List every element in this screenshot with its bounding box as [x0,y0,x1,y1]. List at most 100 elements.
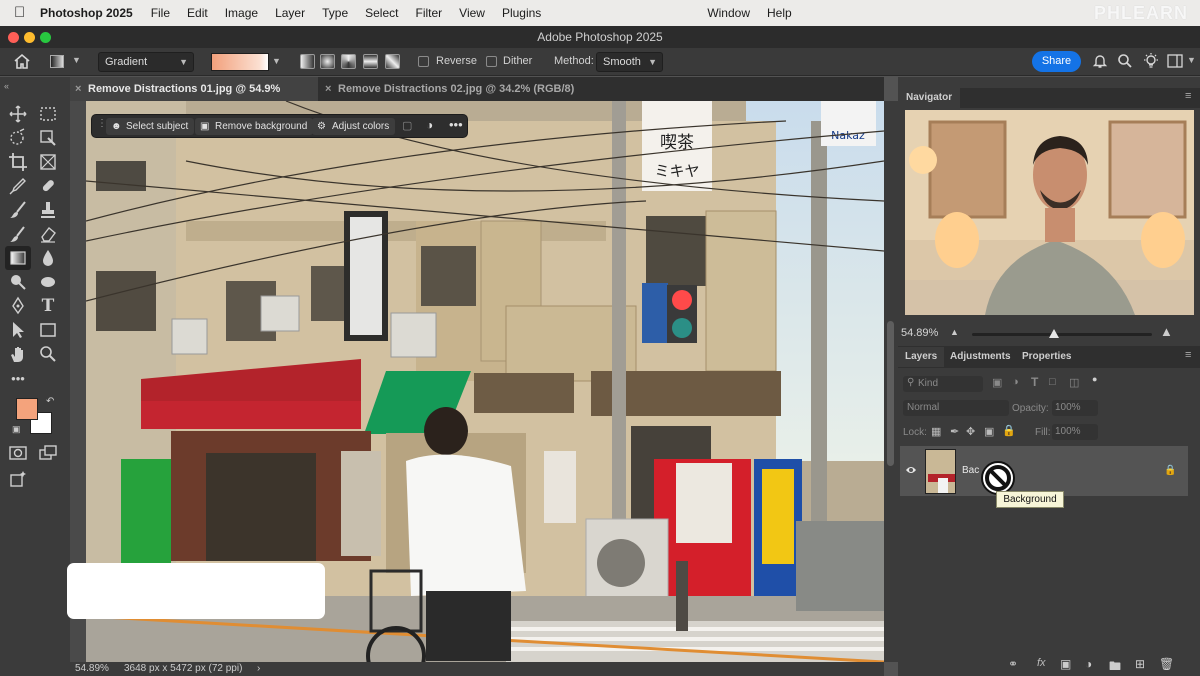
visibility-eye-icon[interactable] [905,465,917,475]
lock-image-icon[interactable]: ✒ [950,425,959,438]
screen-mode-icon[interactable] [38,443,58,463]
close-tab-icon[interactable]: × [75,77,81,101]
tab-remove-distractions-01[interactable]: × Remove Distractions 01.jpg @ 54.9% (RG… [70,77,318,119]
selection-brush-icon[interactable] [38,128,58,148]
clone-stamp-tool-icon[interactable] [38,200,58,220]
object-selection-tool-icon[interactable] [8,128,28,148]
layer-name[interactable]: Bac [962,465,979,476]
chevron-down-icon[interactable]: ▼ [272,56,281,66]
share-button[interactable]: Share [1032,51,1081,72]
filter-pixel-icon[interactable]: ▣ [992,376,1002,389]
crop-tool-icon[interactable] [8,152,28,172]
contrast-icon[interactable]: ◑ [426,118,433,132]
navigator-zoom-slider[interactable] [972,333,1152,336]
filter-type-icon[interactable]: T [1031,375,1038,389]
menu-window[interactable]: Window [707,6,750,20]
navigator-tab[interactable]: Navigator [898,88,961,108]
menu-type[interactable]: Type [322,6,348,20]
chevron-down-icon[interactable]: ▼ [1187,55,1196,65]
generative-edit-icon[interactable] [8,469,28,489]
foreground-color-swatch[interactable] [16,398,38,420]
layer-row-background[interactable]: Bac 🔒 [900,446,1188,496]
more-tools-icon[interactable]: ••• [8,369,28,389]
more-options-icon[interactable]: ••• [449,117,463,132]
lightbulb-icon[interactable] [1142,52,1160,70]
swap-colors-icon[interactable]: ↶ [46,396,54,407]
sponge-tool-icon[interactable] [38,272,58,292]
remove-background-button[interactable]: ▣ Remove background [195,118,314,135]
eraser-tool-icon[interactable] [38,224,58,244]
adjust-colors-button[interactable]: ⚙ Adjust colors [312,118,396,135]
linear-gradient-button[interactable] [300,54,315,69]
frame-tool-icon[interactable] [38,152,58,172]
reverse-checkbox[interactable] [418,56,429,67]
marquee-tool-icon[interactable] [38,104,58,124]
gradient-tool-preset-icon[interactable] [50,55,64,68]
type-tool-icon[interactable]: T [38,296,58,316]
zoom-level[interactable]: 54.89% [75,662,109,676]
navigator-preview[interactable] [905,110,1194,315]
hand-tool-icon[interactable] [8,344,28,364]
menu-layer[interactable]: Layer [275,6,305,20]
new-layer-icon[interactable]: ⊞ [1135,657,1145,671]
history-brush-icon[interactable] [8,224,28,244]
dodge-tool-icon[interactable] [8,272,28,292]
menu-edit[interactable]: Edit [187,6,208,20]
filter-smartobject-icon[interactable]: ◫ [1069,376,1079,389]
select-subject-button[interactable]: ☻ Select subject [106,118,195,135]
group-folder-icon[interactable]: 🖿 [1109,657,1121,676]
tab-adjustments[interactable]: Adjustments [948,347,1013,367]
angle-gradient-button[interactable] [341,54,356,69]
eyedropper-tool-icon[interactable] [8,176,28,196]
search-icon[interactable] [1117,53,1133,69]
zoom-tool-icon[interactable] [38,344,58,364]
scroll-thumb[interactable] [887,321,894,466]
trash-icon[interactable]: 🗑 [1159,657,1174,671]
filter-adjustment-icon[interactable]: ◑ [1012,376,1019,388]
menu-file[interactable]: File [151,6,170,20]
path-selection-tool-icon[interactable] [8,320,28,340]
default-colors-icon[interactable]: ▣ [12,424,21,435]
gradient-picker[interactable] [211,53,269,71]
chevron-right-icon[interactable]: › [257,662,260,676]
menu-select[interactable]: Select [365,6,398,20]
lock-transparent-icon[interactable]: ▦ [931,425,941,438]
layer-lock-icon[interactable]: 🔒 [1164,465,1176,476]
tab-remove-distractions-02[interactable]: × Remove Distractions 02.jpg @ 34.2% (RG… [320,77,580,101]
quick-mask-icon[interactable] [8,443,28,463]
menu-help[interactable]: Help [767,6,792,20]
filter-shape-icon[interactable]: □ [1049,376,1056,388]
filter-kind-dropdown[interactable]: ⚲ Kind [903,376,983,392]
home-icon[interactable] [13,53,31,70]
reflected-gradient-button[interactable] [363,54,378,69]
minimize-window-button[interactable] [24,32,35,43]
zoom-in-icon[interactable]: ▲ [1160,324,1173,339]
vertical-scrollbar[interactable] [884,101,898,662]
lock-position-icon[interactable]: ✥ [966,425,975,438]
menu-plugins[interactable]: Plugins [502,6,541,20]
add-mask-icon[interactable]: ▣ [1060,657,1071,671]
close-window-button[interactable] [8,32,19,43]
radial-gradient-button[interactable] [320,54,335,69]
panel-menu-icon[interactable]: ≡ [1185,349,1191,361]
gradient-tool-icon[interactable] [8,248,28,268]
opacity-input[interactable]: 100% [1052,400,1098,416]
method-dropdown[interactable]: Smooth ▼ [596,52,663,72]
navigator-zoom[interactable]: 54.89% [901,327,938,339]
adjustment-layer-icon[interactable]: ◑ [1085,657,1092,671]
blend-mode-dropdown[interactable]: Normal [903,400,1009,416]
bell-icon[interactable] [1092,53,1108,69]
lock-all-icon[interactable]: 🔒 [1002,424,1016,437]
panel-menu-icon[interactable]: ≡ [1185,90,1191,102]
lock-artboard-icon[interactable]: ▣ [984,425,994,438]
menu-image[interactable]: Image [225,6,258,20]
blur-tool-icon[interactable] [38,248,58,268]
zoom-out-icon[interactable]: ▲ [950,327,959,337]
collapse-toolbar-icon[interactable]: « [4,81,9,91]
menu-filter[interactable]: Filter [415,6,442,20]
link-layers-icon[interactable]: ⚭ [1008,657,1018,671]
gradient-type-dropdown[interactable]: Gradient ▼ [98,52,194,72]
close-tab-icon[interactable]: × [325,77,331,101]
filter-toggle-icon[interactable]: ● [1092,374,1097,384]
dither-checkbox[interactable] [486,56,497,67]
